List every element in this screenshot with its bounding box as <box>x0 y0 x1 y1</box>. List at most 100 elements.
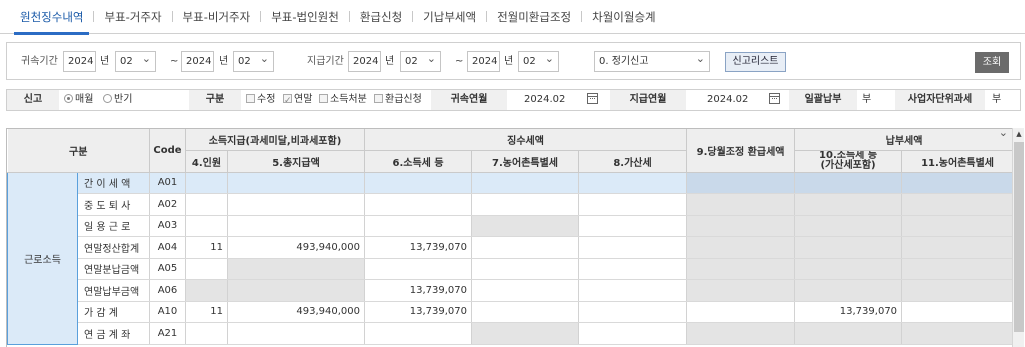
income-tax-cell[interactable]: 13,739,070 <box>364 279 473 302</box>
surcharge-cell[interactable] <box>578 258 688 280</box>
refund-adjust-cell <box>686 258 796 280</box>
income-disposal-checkbox[interactable]: 소득처분 <box>319 90 367 110</box>
surcharge-cell[interactable] <box>578 279 688 302</box>
people-cell[interactable] <box>185 258 228 280</box>
rural-tax-cell[interactable] <box>471 172 580 194</box>
report-list-button[interactable]: 신고리스트 <box>725 52 786 72</box>
refund-request-checkbox-label: 환급신청 <box>385 94 422 105</box>
payment-to-month-select[interactable]: 02 <box>518 51 559 72</box>
tab-next-month-carryover[interactable]: 차월이월승계 <box>582 0 665 34</box>
attribution-to-year-input[interactable]: 2024 <box>181 51 214 72</box>
year-unit-label: 년 <box>100 56 110 67</box>
year-end-checkbox[interactable]: 연말 <box>283 90 312 111</box>
payment-from-month-select[interactable]: 02 <box>400 51 441 72</box>
surcharge-cell[interactable] <box>578 172 688 194</box>
radio-checked-icon <box>64 94 73 103</box>
table-row[interactable]: 연 금 계 좌 A21 <box>8 322 1012 345</box>
income-disposal-checkbox-label: 소득처분 <box>330 94 367 105</box>
people-cell[interactable] <box>185 215 228 237</box>
refund-request-checkbox[interactable]: 환급신청 <box>374 90 422 110</box>
withholding-table: 구분 Code 소득지급(과세미달,비과세포함) 징수세액 9.당월조정 환급세… <box>7 129 1012 345</box>
payment-period-label: 지급기간 <box>307 56 344 67</box>
attribution-from-month-select[interactable]: 02 <box>115 51 156 72</box>
table-row[interactable]: 중 도 퇴 사 A02 <box>8 193 1012 216</box>
attribution-from-year-input[interactable]: 2024 <box>63 51 96 72</box>
surcharge-cell[interactable] <box>578 322 688 345</box>
attribution-period-label: 귀속기간 <box>21 56 58 67</box>
year-unit-label: 년 <box>504 56 514 67</box>
business-unit-tax-value: 부 <box>992 94 1002 105</box>
tab-refund-request[interactable]: 환급신청 <box>350 0 412 34</box>
row-code: A01 <box>149 172 186 194</box>
pay-rural-tax-cell <box>901 215 1012 237</box>
total-pay-cell[interactable] <box>227 215 366 237</box>
people-cell[interactable] <box>185 322 228 345</box>
tab-prepaid-tax[interactable]: 기납부세액 <box>413 0 486 34</box>
income-tax-cell[interactable] <box>364 322 473 345</box>
header-pay-income-tax-line2: (가산세포함) <box>820 160 876 172</box>
scroll-up-arrow-icon[interactable]: ▲ <box>1013 128 1025 140</box>
income-tax-cell[interactable] <box>364 193 473 216</box>
pay-rural-tax-cell <box>901 236 1012 259</box>
total-pay-cell[interactable] <box>227 193 366 216</box>
tab-prev-month-refund-adjust[interactable]: 전월미환급조정 <box>487 0 581 34</box>
scrollbar-thumb[interactable] <box>1014 142 1024 332</box>
refund-adjust-cell <box>686 236 796 259</box>
income-tax-cell[interactable] <box>364 172 473 194</box>
attribution-to-month-select[interactable]: 02 <box>233 51 274 72</box>
payment-from-year-input[interactable]: 2024 <box>348 51 381 72</box>
pay-income-tax-cell <box>794 215 903 237</box>
rural-tax-cell[interactable] <box>471 236 580 259</box>
tab-withholding-details[interactable]: 원천징수내역 <box>10 0 93 35</box>
people-cell[interactable] <box>185 193 228 216</box>
tab-corporate-appendix[interactable]: 부표-법인원천 <box>261 0 349 34</box>
query-button[interactable]: 조회 <box>975 52 1009 73</box>
table-row[interactable]: 일 용 근 로 A03 <box>8 215 1012 237</box>
payment-to-year-input[interactable]: 2024 <box>467 51 500 72</box>
table-row[interactable]: 근로소득 간 이 세 액 A01 <box>7 171 1012 345</box>
year-unit-label: 년 <box>219 56 229 67</box>
refund-adjust-cell <box>686 193 796 216</box>
calendar-icon[interactable] <box>769 90 780 110</box>
rural-tax-cell[interactable] <box>471 258 580 280</box>
row-label: 연말분납금액 <box>77 258 150 280</box>
pay-income-tax-cell <box>794 279 903 302</box>
row-code: A05 <box>149 258 186 280</box>
surcharge-cell[interactable] <box>578 215 688 237</box>
total-pay-cell[interactable] <box>227 172 366 194</box>
refund-adjust-cell[interactable] <box>686 301 796 323</box>
calendar-icon[interactable] <box>587 90 598 110</box>
report-type-select[interactable]: 0. 정기신고 <box>594 51 710 72</box>
income-tax-cell[interactable]: 13,739,070 <box>364 236 473 259</box>
pay-rural-tax-cell <box>901 322 1012 345</box>
half-year-radio[interactable]: 반기 <box>103 90 132 110</box>
refund-adjust-cell <box>686 215 796 237</box>
report-label: 신고 <box>7 90 59 110</box>
people-cell <box>185 279 228 302</box>
people-cell[interactable] <box>185 172 228 194</box>
monthly-radio[interactable]: 매월 <box>64 90 93 110</box>
income-tax-cell[interactable] <box>364 258 473 280</box>
attribution-ym-value[interactable]: 2024.02 <box>524 90 565 110</box>
tab-nonresident-appendix[interactable]: 부표-비거주자 <box>173 0 261 34</box>
revise-checkbox[interactable]: 수정 <box>246 90 275 110</box>
table-row[interactable]: 연말납부금액 A06 13,739,070 <box>8 279 1012 302</box>
total-pay-cell[interactable]: 493,940,000 <box>227 236 366 259</box>
payment-ym-label: 지급연월 <box>610 90 686 110</box>
rural-tax-cell[interactable] <box>471 193 580 216</box>
vertical-scrollbar[interactable]: ▲ <box>1012 128 1024 347</box>
table-row[interactable]: 연말정산합계 A04 11 493,940,000 13,739,070 <box>8 236 1012 259</box>
surcharge-cell[interactable] <box>578 193 688 216</box>
people-cell[interactable]: 11 <box>185 236 228 259</box>
table-row[interactable]: 연말분납금액 A05 <box>8 258 1012 280</box>
total-pay-cell[interactable] <box>227 322 366 345</box>
table-row[interactable]: 가 감 계 A10 11 493,940,000 13,739,070 13,7… <box>8 301 1012 323</box>
rural-tax-cell[interactable] <box>471 279 580 302</box>
income-tax-cell[interactable] <box>364 215 473 237</box>
payment-ym-value[interactable]: 2024.02 <box>707 90 748 110</box>
surcharge-cell[interactable] <box>578 236 688 259</box>
header-pay-rural-tax: 11.농어촌특별세 <box>901 150 1012 173</box>
checkbox-icon <box>374 94 383 103</box>
attribution-ym-label: 귀속연월 <box>431 90 507 110</box>
tab-resident-appendix[interactable]: 부표-거주자 <box>94 0 171 34</box>
